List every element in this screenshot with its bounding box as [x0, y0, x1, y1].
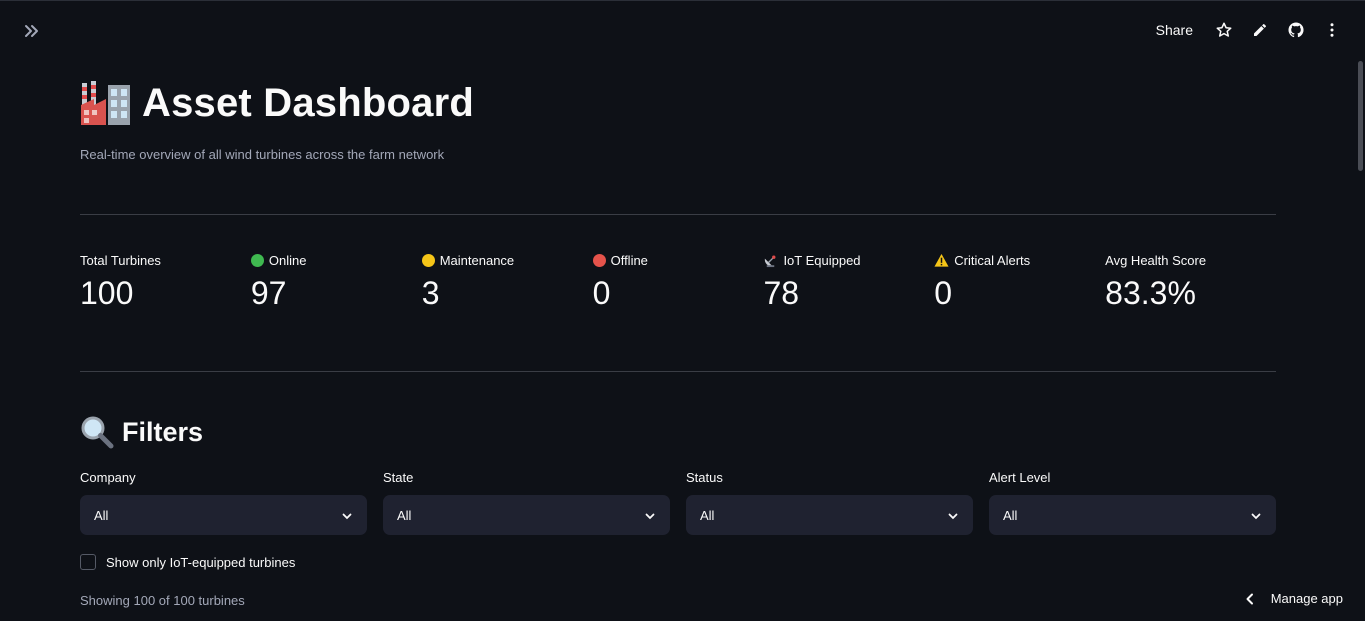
scrollbar[interactable]: [1358, 61, 1363, 171]
page-subtitle: Real-time overview of all wind turbines …: [80, 147, 445, 162]
chevron-down-icon: [947, 509, 959, 521]
metric-value: 100: [80, 275, 134, 311]
chevron-left-icon: [1243, 592, 1257, 606]
filter-row: Company All State All Status All Alert L…: [80, 470, 1276, 535]
expand-sidebar-icon[interactable]: [22, 21, 42, 41]
metric-online: Online 97: [250, 251, 422, 312]
metric-label: Total Turbines: [80, 252, 161, 268]
title-row: Asset Dashboard: [80, 79, 474, 127]
iot-only-checkbox-row[interactable]: Show only IoT-equipped turbines: [80, 554, 295, 570]
filter-state: State All: [383, 470, 670, 535]
metric-value: 0: [592, 275, 611, 311]
star-icon[interactable]: [1213, 19, 1235, 41]
satellite-antenna-icon: [763, 253, 778, 268]
metric-value: 0: [934, 275, 953, 311]
checkbox-label: Show only IoT-equipped turbines: [106, 554, 296, 570]
more-vertical-icon[interactable]: [1321, 19, 1343, 41]
metric-value: 83.3%: [1105, 275, 1196, 311]
filters-title: Filters: [122, 416, 204, 447]
manage-app-button[interactable]: Manage app: [1243, 591, 1343, 606]
filter-label: Alert Level: [989, 470, 1051, 485]
metric-offline: Offline 0: [592, 251, 764, 312]
metric-value: 3: [421, 275, 440, 311]
state-select[interactable]: All: [383, 495, 670, 535]
manage-app-label: Manage app: [1270, 591, 1343, 606]
metric-critical-alerts: Critical Alerts 0: [934, 251, 1105, 312]
metric-iot-equipped: IoT Equipped 78: [763, 251, 934, 312]
filters-heading: Filters: [80, 415, 203, 449]
alert-level-select[interactable]: All: [989, 495, 1276, 535]
chevron-down-icon: [1250, 509, 1262, 521]
metric-total-turbines: Total Turbines 100: [80, 251, 251, 312]
metric-label: Offline: [610, 252, 648, 268]
filter-label: Company: [80, 470, 136, 485]
app-root: Share Asset Dashboard Real-time overview…: [0, 0, 1365, 621]
filter-status: Status All: [686, 470, 973, 535]
factory-emoji-icon: [80, 79, 132, 127]
metric-label: Critical Alerts: [954, 252, 1031, 268]
select-value: All: [1003, 507, 1018, 523]
filter-label: Status: [686, 470, 723, 485]
iot-only-checkbox[interactable]: [80, 554, 96, 570]
warning-icon: [934, 253, 949, 268]
metric-value: 97: [250, 275, 287, 311]
metric-label: IoT Equipped: [783, 252, 861, 268]
metric-value: 78: [763, 275, 800, 311]
select-value: All: [397, 507, 412, 523]
metrics-row: Total Turbines 100 Online 97 Maintenance…: [80, 251, 1276, 312]
filter-label: State: [383, 470, 414, 485]
metric-maintenance: Maintenance 3: [421, 251, 593, 312]
status-select[interactable]: All: [686, 495, 973, 535]
divider: [80, 371, 1276, 372]
filter-alert-level: Alert Level All: [989, 470, 1276, 535]
chevron-down-icon: [644, 509, 656, 521]
green-circle-icon: [250, 253, 264, 267]
page-title: Asset Dashboard: [142, 80, 474, 125]
edit-pencil-icon[interactable]: [1249, 19, 1271, 41]
metric-label: Online: [268, 252, 307, 268]
metric-avg-health-score: Avg Health Score 83.3%: [1105, 251, 1276, 312]
metric-label: Maintenance: [439, 252, 515, 268]
yellow-circle-icon: [421, 253, 435, 267]
showing-count: Showing 100 of 100 turbines: [80, 593, 245, 608]
toolbar: Share: [1156, 19, 1343, 41]
select-value: All: [94, 507, 109, 523]
chevron-down-icon: [341, 509, 353, 521]
github-icon[interactable]: [1285, 19, 1307, 41]
metric-label: Avg Health Score: [1105, 252, 1207, 268]
company-select[interactable]: All: [80, 495, 367, 535]
select-value: All: [700, 507, 715, 523]
share-button[interactable]: Share: [1156, 22, 1193, 38]
filter-company: Company All: [80, 470, 367, 535]
divider: [80, 214, 1276, 215]
magnifying-glass-icon: [80, 415, 114, 449]
red-circle-icon: [592, 253, 606, 267]
